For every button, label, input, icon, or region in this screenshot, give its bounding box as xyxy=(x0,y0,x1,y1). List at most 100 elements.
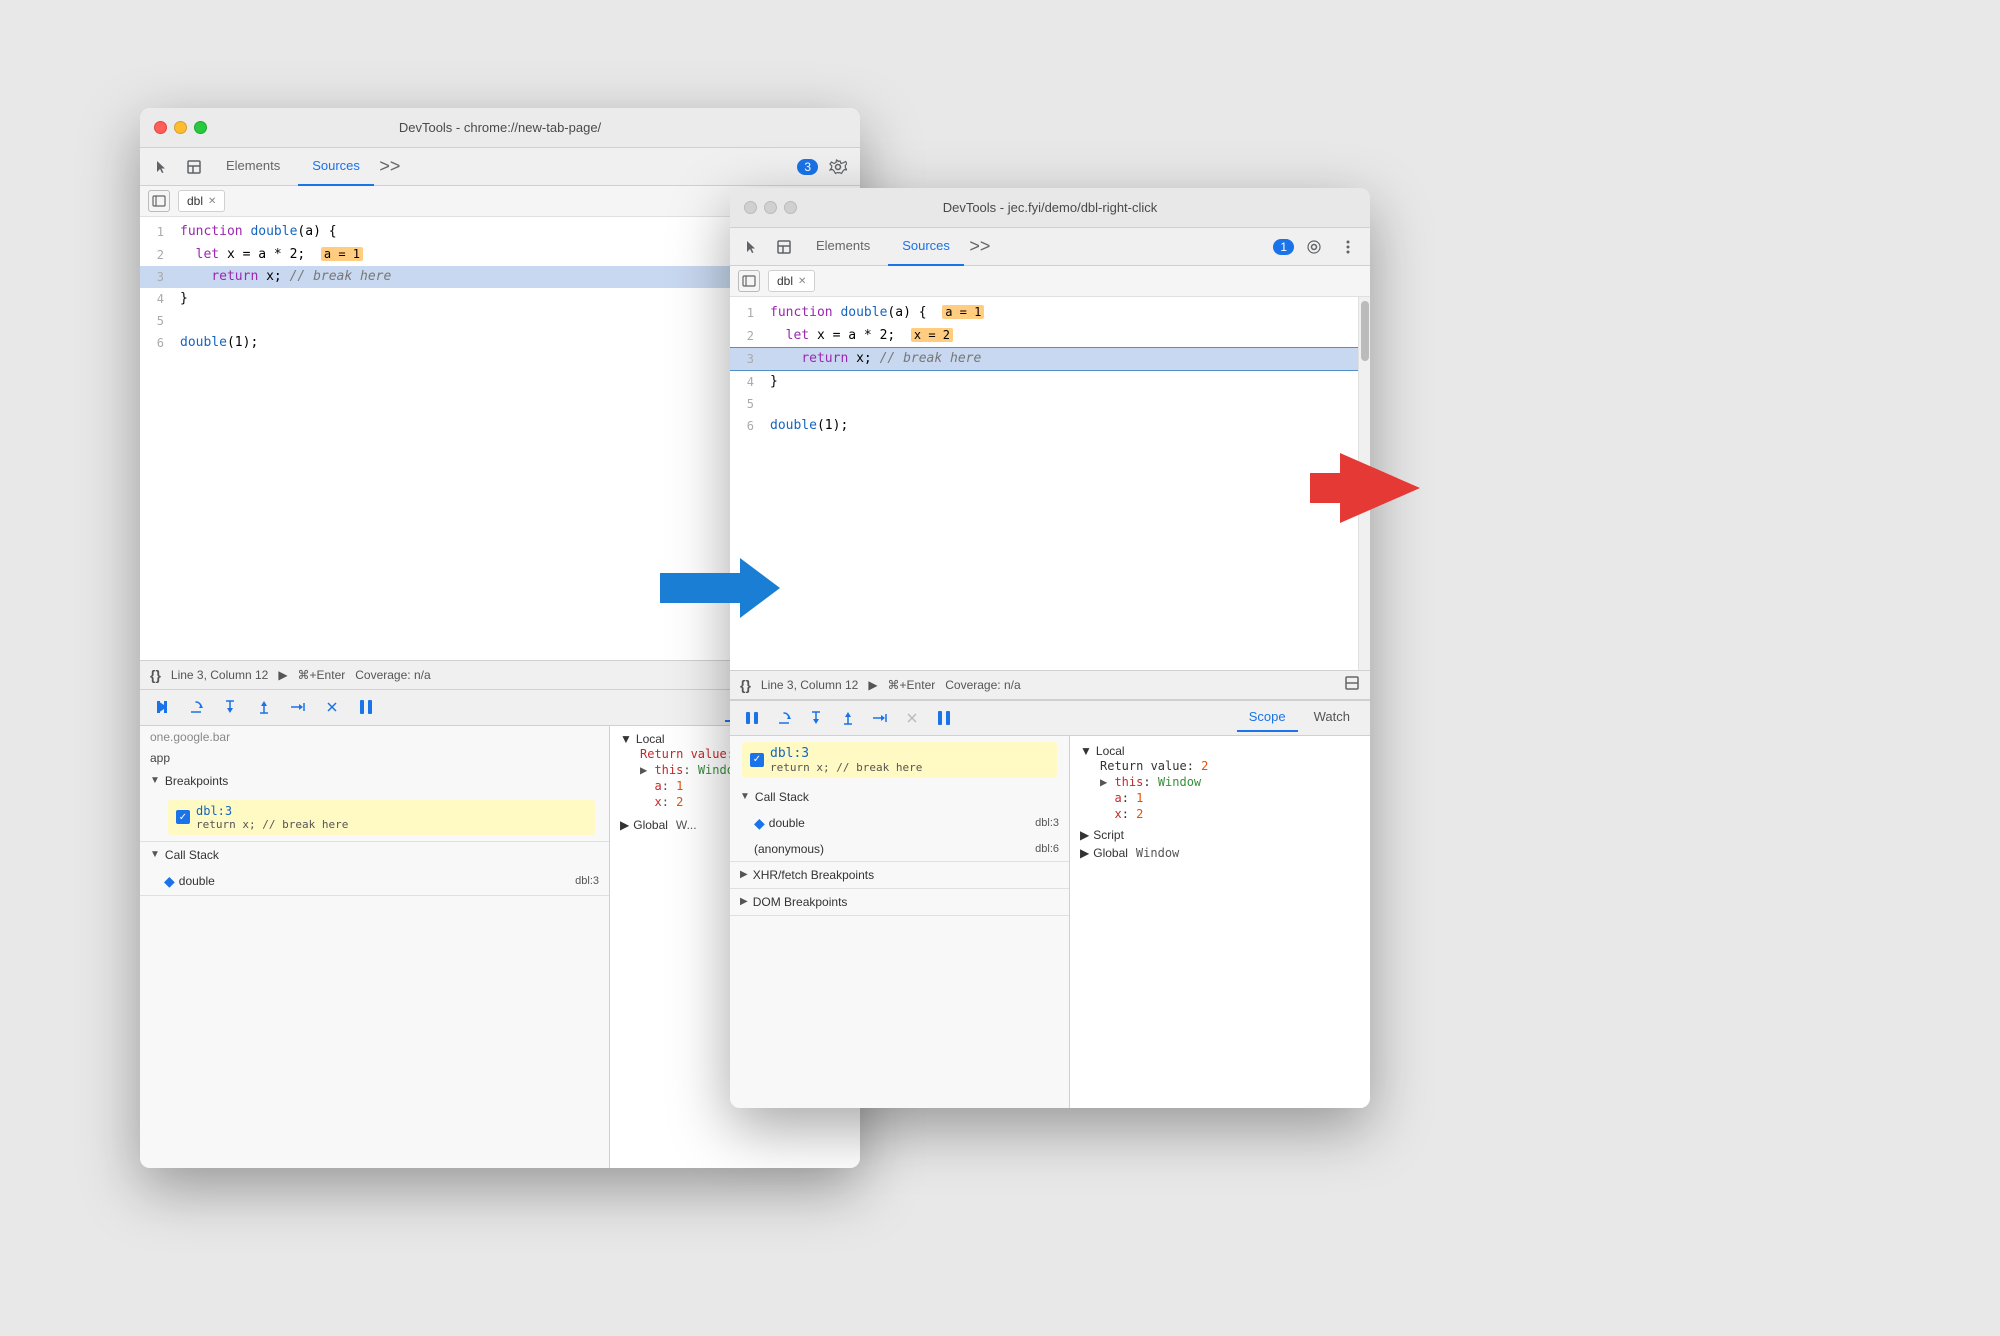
settings-icon-1[interactable] xyxy=(824,153,852,181)
format-icon-2[interactable]: {} xyxy=(740,677,751,693)
step-out-btn-2[interactable] xyxy=(834,704,862,732)
xhr-header-2[interactable]: ▶ XHR/fetch Breakpoints xyxy=(730,862,1069,888)
breakpoints-triangle-1: ▼ xyxy=(150,775,160,786)
close-button[interactable] xyxy=(154,121,167,134)
local-header-2[interactable]: ▼ Local xyxy=(1080,744,1360,758)
file-tab-1[interactable]: dbl ✕ xyxy=(178,190,225,212)
step-over-btn-1[interactable] xyxy=(182,693,210,721)
step-out-btn-1[interactable] xyxy=(250,693,278,721)
file-tab-name-2: dbl xyxy=(777,274,793,288)
resume-btn-1[interactable] xyxy=(148,693,176,721)
window-title-1: DevTools - chrome://new-tab-page/ xyxy=(399,120,601,135)
dom-label-2: DOM Breakpoints xyxy=(753,895,848,909)
tab-sources-2[interactable]: Sources xyxy=(888,228,964,266)
cs-loc-anon-2: dbl:6 xyxy=(1035,843,1059,855)
red-arrow xyxy=(1310,448,1420,533)
more-icon-2[interactable] xyxy=(1334,233,1362,261)
more-tabs-1[interactable]: >> xyxy=(378,155,402,179)
return-value-2: Return value: 2 xyxy=(1080,758,1360,774)
left-panel-1: one.google.bar app ▼ Breakpoints ✓ dbl:3… xyxy=(140,726,610,1169)
scope-tab-2[interactable]: Scope xyxy=(1237,703,1298,732)
settings-icon-2[interactable] xyxy=(1300,233,1328,261)
cs-loc-double-2: dbl:3 xyxy=(1035,817,1059,829)
breakpoint-row-1: ✓ dbl:3 return x; // break here xyxy=(168,800,595,835)
cs-item-anon-2: (anonymous) dbl:6 xyxy=(730,837,1069,861)
file-tab-name-1: dbl xyxy=(187,194,203,208)
sidebar-toggle-1[interactable] xyxy=(148,190,170,212)
more-tabs-2[interactable]: >> xyxy=(968,235,992,259)
watch-tab-2[interactable]: Watch xyxy=(1302,703,1362,732)
breakpoint-code-1: return x; // break here xyxy=(196,818,348,831)
format-icon-1[interactable]: {} xyxy=(150,667,161,683)
run-hint-2: ⌘+Enter xyxy=(888,678,936,692)
step-over-btn-2[interactable] xyxy=(770,704,798,732)
local-label-2: Local xyxy=(1096,744,1125,758)
resume-btn-2[interactable] xyxy=(738,704,766,732)
w2-code-line-4: 4 } xyxy=(730,371,1358,393)
breakpoints-label-1: Breakpoints xyxy=(165,774,228,788)
step-btn-2[interactable] xyxy=(866,704,894,732)
cs-triangle-2: ▼ xyxy=(740,791,750,802)
xhr-section-2: ▶ XHR/fetch Breakpoints xyxy=(730,862,1069,889)
step-into-btn-2[interactable] xyxy=(802,704,830,732)
code-area-2: 1 function double(a) { a = 1 2 let x = a… xyxy=(730,297,1358,670)
pause-btn-2[interactable] xyxy=(930,704,958,732)
collapse-icon-2[interactable] xyxy=(1344,675,1360,694)
a-prop-2: a: 1 xyxy=(1080,790,1360,806)
dom-header-2[interactable]: ▶ DOM Breakpoints xyxy=(730,889,1069,915)
scrollbar-thumb-2[interactable] xyxy=(1361,301,1369,361)
minimize-btn-2[interactable] xyxy=(764,201,777,214)
devtools-toolbar-1: Elements Sources >> 3 xyxy=(140,148,860,186)
call-stack-item-1: ◆ double dbl:3 xyxy=(140,868,609,895)
minimize-button[interactable] xyxy=(174,121,187,134)
chat-badge-1[interactable]: 3 xyxy=(797,159,818,175)
deactivate-btn-1[interactable] xyxy=(318,693,346,721)
cs-arrow-2: ◆ xyxy=(754,815,765,832)
panel-icon-2[interactable] xyxy=(770,233,798,261)
script-header-2[interactable]: ▶ Script xyxy=(1080,828,1360,842)
status-bar-2: {} Line 3, Column 12 ▶ ⌘+Enter Coverage:… xyxy=(730,670,1370,700)
call-stack-header-1[interactable]: ▼ Call Stack xyxy=(140,842,609,868)
right-scope-2: ▼ Local Return value: 2 ▶ this: Window a… xyxy=(1070,736,1370,1109)
file-tab-close-2[interactable]: ✕ xyxy=(798,276,806,287)
local-label-1: Local xyxy=(636,732,665,746)
call-stack-triangle-1: ▼ xyxy=(150,849,160,860)
run-hint-1: ⌘+Enter xyxy=(298,668,346,682)
cursor-icon[interactable] xyxy=(148,153,176,181)
chat-badge-2[interactable]: 1 xyxy=(1273,239,1294,255)
cursor-icon-2[interactable] xyxy=(738,233,766,261)
maximize-btn-2[interactable] xyxy=(784,201,797,214)
global-header-2[interactable]: ▶ Global Window xyxy=(1080,846,1360,860)
sidebar-app: app xyxy=(140,748,609,768)
deactivate-btn-2[interactable] xyxy=(898,704,926,732)
panel-icon[interactable] xyxy=(180,153,208,181)
dom-section-2: ▶ DOM Breakpoints xyxy=(730,889,1069,916)
cs-label-2: Call Stack xyxy=(755,790,809,804)
breakpoint-checkbox-1[interactable]: ✓ xyxy=(176,810,190,824)
tab-sources-1[interactable]: Sources xyxy=(298,148,374,186)
code-section-2: 1 function double(a) { a = 1 2 let x = a… xyxy=(730,297,1358,670)
file-tab-close-1[interactable]: ✕ xyxy=(208,196,216,207)
w2-code-line-3: 3 return x; // break here xyxy=(730,347,1358,371)
dom-triangle-2: ▶ xyxy=(740,896,748,907)
call-stack-header-2[interactable]: ▼ Call Stack xyxy=(730,784,1069,810)
local-triangle-1: ▼ xyxy=(620,732,632,746)
bp-code-2: return x; // break here xyxy=(770,761,922,774)
breakpoint-checkbox-2[interactable]: ✓ xyxy=(750,753,764,767)
a-key-2: a xyxy=(1114,791,1121,805)
tab-elements-2[interactable]: Elements xyxy=(802,228,884,266)
script-triangle-2: ▶ xyxy=(1080,828,1089,842)
call-stack-loc-1: dbl:3 xyxy=(575,875,599,887)
sidebar-toggle-2[interactable] xyxy=(738,270,760,292)
this-prop-2: ▶ this: Window xyxy=(1080,774,1360,790)
breakpoints-header-1[interactable]: ▼ Breakpoints xyxy=(140,768,609,794)
xhr-label-2: XHR/fetch Breakpoints xyxy=(753,868,874,882)
pause-btn-1[interactable] xyxy=(352,693,380,721)
tab-elements-1[interactable]: Elements xyxy=(212,148,294,186)
maximize-button[interactable] xyxy=(194,121,207,134)
current-frame-icon-1: ◆ xyxy=(164,873,175,890)
step-into-btn-1[interactable] xyxy=(216,693,244,721)
step-btn-1[interactable] xyxy=(284,693,312,721)
file-tab-2[interactable]: dbl ✕ xyxy=(768,270,815,292)
close-btn-2[interactable] xyxy=(744,201,757,214)
